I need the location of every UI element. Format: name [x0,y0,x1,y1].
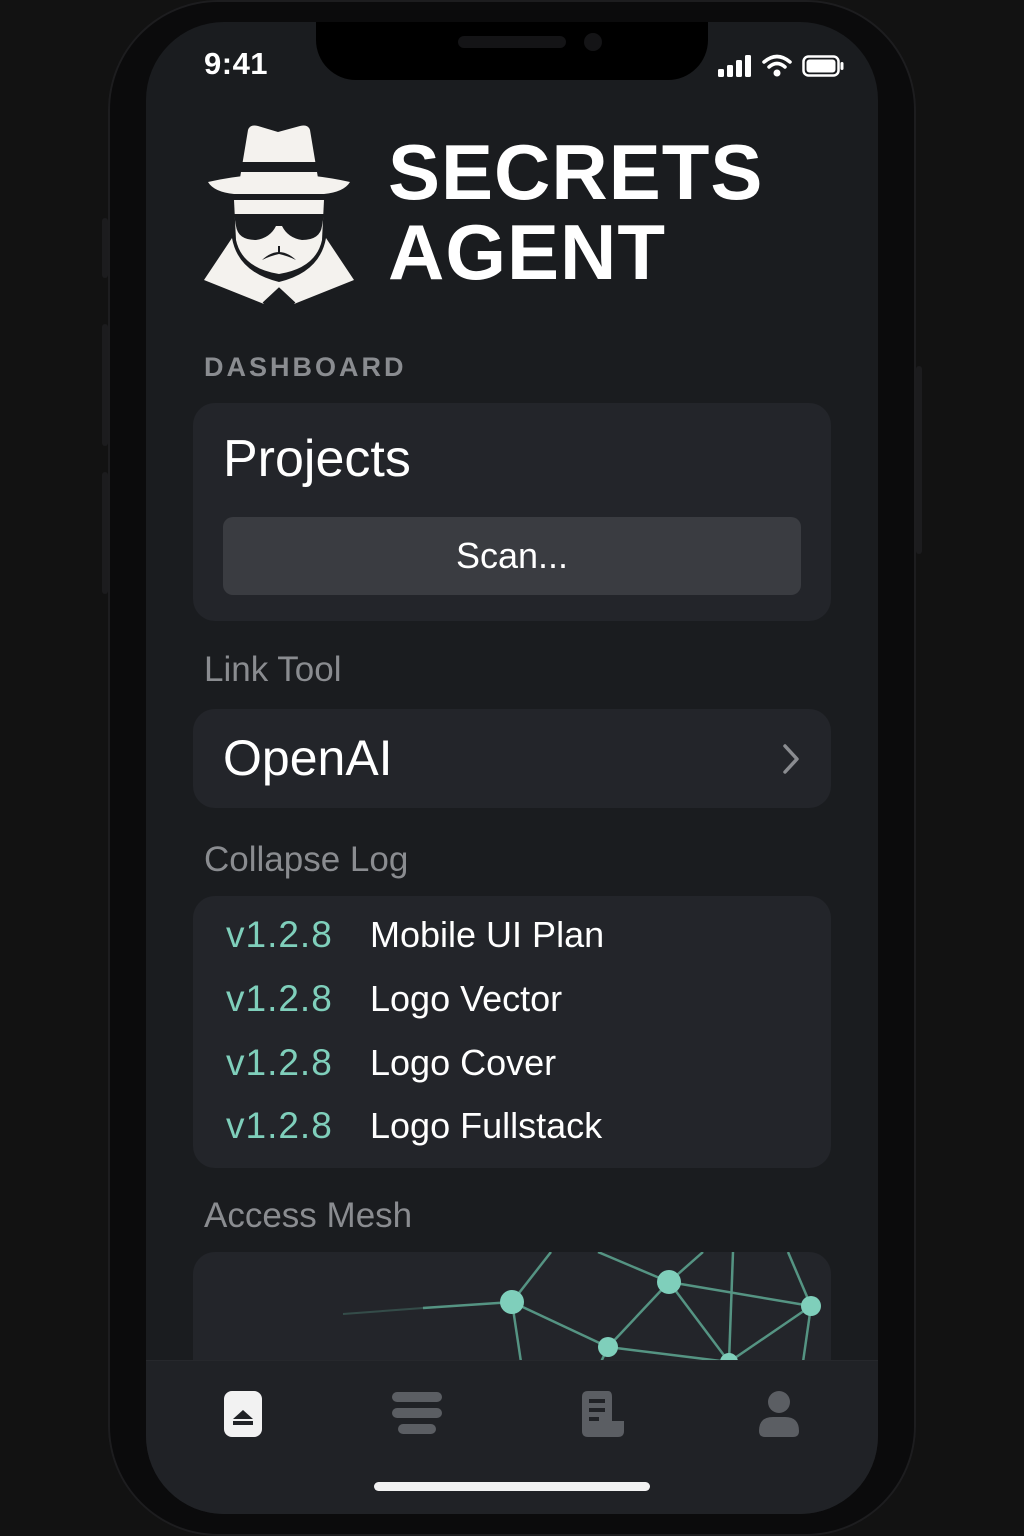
document-icon [582,1391,624,1437]
scan-button[interactable]: Scan... [223,517,801,595]
battery-icon [802,55,844,77]
volume-down-button [102,472,108,594]
openai-link-label: OpenAI [223,730,393,786]
profile-icon [759,1391,799,1437]
log-entry[interactable]: v1.2.8 Logo Fullstack [226,1105,602,1147]
phone-screen: 9:41 SECRETS AGENT DASHBOARD Projects Sc… [146,22,878,1514]
log-entry-name: Logo Fullstack [370,1105,603,1146]
home-indicator[interactable] [374,1482,650,1491]
silent-switch [102,218,108,278]
log-entry-version: v1.2.8 [226,1042,333,1083]
status-time: 9:41 [204,46,269,81]
status-icons [718,54,844,78]
projects-title: Projects [223,430,411,488]
link-tool-section-label: Link Tool [204,650,342,689]
dashboard-section-label: DASHBOARD [204,352,407,382]
log-entry-name: Logo Vector [370,978,563,1019]
projects-card: Projects Scan... [193,403,831,621]
log-entry-version: v1.2.8 [226,914,333,955]
log-entry-version: v1.2.8 [226,978,333,1019]
spy-agent-logo-icon [204,125,354,304]
log-entry-name: Mobile UI Plan [370,914,605,955]
tab-profile[interactable] [752,1387,806,1441]
notch [316,22,708,80]
openai-link-row[interactable]: OpenAI [193,709,831,808]
list-icon [392,1392,442,1434]
tab-documents[interactable] [576,1387,630,1441]
tab-home[interactable] [216,1387,270,1441]
front-camera [584,33,602,51]
home-icon [224,1391,262,1437]
collapse-log-section-label[interactable]: Collapse Log [204,840,408,880]
brand-line-2: AGENT [388,208,666,296]
tab-list[interactable] [390,1387,444,1441]
log-entry-version: v1.2.8 [226,1105,333,1146]
speaker-grille [458,36,566,48]
power-button [916,366,922,554]
brand-line-1: SECRETS [388,128,764,216]
log-entry[interactable]: v1.2.8 Mobile UI Plan [226,914,604,956]
wifi-icon [762,54,792,77]
cellular-signal-icon [718,55,751,77]
log-entry-name: Logo Cover [370,1042,557,1083]
log-entry[interactable]: v1.2.8 Logo Vector [226,978,562,1020]
log-entry[interactable]: v1.2.8 Logo Cover [226,1042,556,1084]
chevron-right-icon [783,744,799,774]
collapse-log-card: v1.2.8 Mobile UI Plan v1.2.8 Logo Vector… [193,896,831,1168]
access-mesh-section-label: Access Mesh [204,1196,413,1235]
app-brand-title: SECRETS AGENT [388,132,763,292]
volume-up-button [102,324,108,446]
